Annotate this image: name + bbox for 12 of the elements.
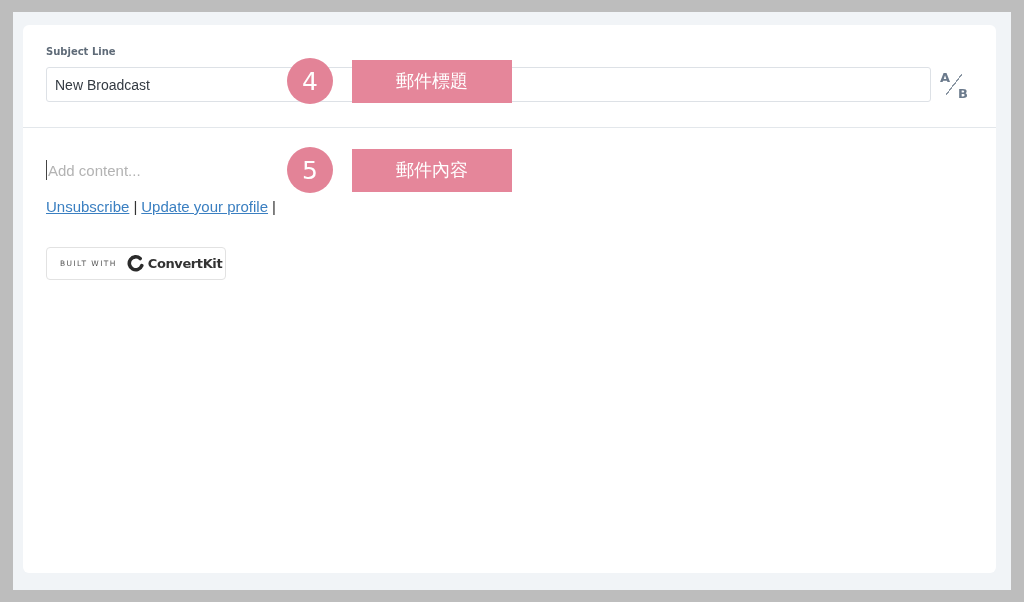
step-number-marker: 4	[287, 58, 333, 104]
content-field[interactable]: Add content...	[46, 160, 246, 180]
annotation-label: 郵件內容	[352, 148, 512, 192]
separator-text: |	[272, 197, 276, 217]
brand-name: ConvertKit	[147, 256, 223, 271]
separator-text: |	[133, 197, 138, 217]
subject-line-label: Subject Line	[46, 45, 116, 59]
annotation-label: 郵件標題	[352, 59, 512, 103]
step-number-marker: 5	[287, 147, 333, 193]
footer-link[interactable]: Unsubscribe	[46, 197, 130, 217]
ring-logo-icon	[126, 255, 144, 272]
footer-link[interactable]: Update your profile	[141, 197, 269, 217]
